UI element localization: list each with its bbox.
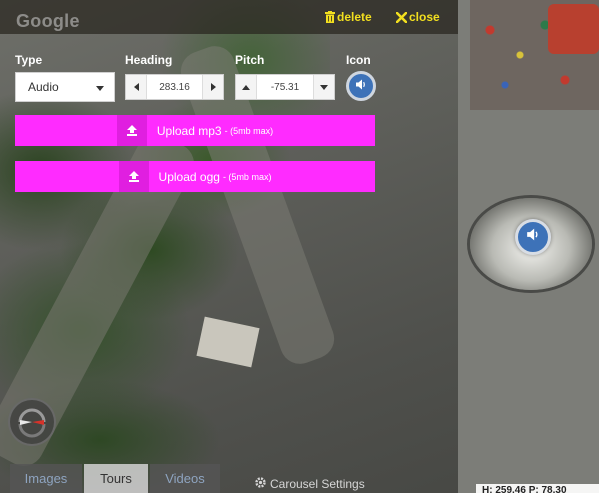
gear-icon [254,476,267,492]
carousel-settings-button[interactable]: Carousel Settings [254,476,365,492]
arrow-right-icon [210,83,216,91]
upload-mp3-label: Upload mp3 [156,123,222,138]
upload-ogg-note: - (5mb max) [222,171,272,182]
volume-icon [355,77,367,95]
icon-picker-button[interactable] [346,71,376,101]
upload-ogg-button[interactable]: Upload ogg - (5mb max) [15,161,375,192]
type-label: Type [15,53,43,67]
pitch-label: Pitch [235,53,265,67]
pitch-decrement-button[interactable] [314,75,334,99]
arrow-left-icon [133,83,139,91]
heading-stepper: 283.16 [125,74,224,100]
compass-control[interactable] [8,398,56,446]
audio-hotspot[interactable] [515,219,551,255]
upload-mp3-note: - (5mb max) [224,125,274,136]
heading-increment-button[interactable] [203,75,223,99]
tab-tours[interactable]: Tours [84,464,148,493]
icon-label: Icon [346,53,371,67]
readout-h-label: H: [482,485,493,493]
heading-label: Heading [125,53,173,67]
upload-icon [118,161,149,192]
scene-tent [548,4,599,54]
pitch-input[interactable]: -75.31 [256,75,314,99]
volume-icon [526,228,540,246]
pitch-increment-button[interactable] [236,75,256,99]
chevron-down-icon [96,86,104,91]
compass-icon [18,408,46,438]
type-select[interactable]: Audio [15,72,115,102]
readout-h-value: 259.46 [495,485,526,493]
delete-label: delete [337,10,372,24]
heading-decrement-button[interactable] [126,75,146,99]
heading-input[interactable]: 283.16 [146,75,203,99]
upload-icon [116,115,147,146]
arrow-down-icon [320,84,328,90]
pitch-stepper: -75.31 [235,74,335,100]
view-readout: H: 259.46 P: 78.30 [476,484,599,493]
trash-icon [325,11,335,23]
readout-p-label: P: [528,485,539,493]
readout-p-value: 78.30 [541,485,567,493]
upload-ogg-label: Upload ogg [158,169,220,184]
delete-button[interactable]: delete [325,10,372,24]
upload-mp3-button[interactable]: Upload mp3 - (5mb max) [15,115,375,146]
carousel-settings-label: Carousel Settings [270,477,365,491]
close-icon [396,11,407,23]
google-logo: Google [16,11,80,31]
close-button[interactable]: close [396,10,440,24]
arrow-up-icon [242,84,250,90]
close-label: close [409,10,440,24]
editor-topbar: Google delete close [0,0,458,34]
type-select-value: Audio [28,80,59,94]
tab-videos[interactable]: Videos [150,464,220,493]
tab-images[interactable]: Images [10,464,82,493]
